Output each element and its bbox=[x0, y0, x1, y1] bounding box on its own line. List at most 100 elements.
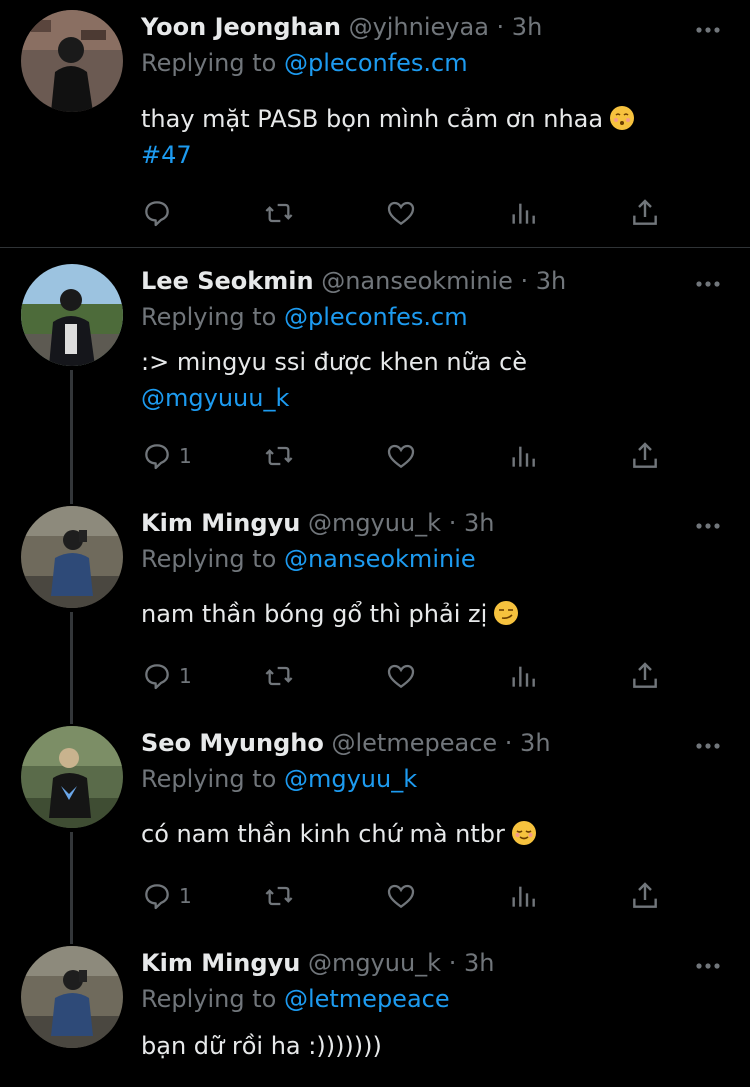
share-icon bbox=[633, 662, 657, 688]
mention-link[interactable]: @mgyuuu_k bbox=[141, 384, 289, 412]
avatar[interactable] bbox=[21, 264, 123, 366]
reply-mention[interactable]: @letmepeace bbox=[284, 985, 450, 1013]
tweet-text: bạn dữ rồi ha :))))))) bbox=[141, 1028, 382, 1064]
avatar[interactable] bbox=[21, 506, 123, 608]
tweet[interactable]: Kim Mingyu @mgyuu_k · 3h Replying to @le… bbox=[0, 930, 750, 1087]
tweet-text-line: thay mặt PASB bọn mình cảm ơn nhaa bbox=[141, 105, 604, 133]
retweet-icon bbox=[265, 666, 293, 686]
like-button[interactable] bbox=[385, 195, 417, 231]
retweet-button[interactable] bbox=[263, 658, 295, 694]
share-button[interactable] bbox=[629, 438, 661, 474]
share-button[interactable] bbox=[629, 658, 661, 694]
display-name[interactable]: Kim Mingyu bbox=[141, 509, 300, 537]
reply-mention[interactable]: @pleconfes.cm bbox=[284, 303, 468, 331]
tweet-header: Kim Mingyu @mgyuu_k · 3h bbox=[141, 946, 494, 980]
like-icon bbox=[387, 664, 415, 689]
avatar[interactable] bbox=[21, 10, 123, 112]
tweet[interactable]: Kim Mingyu @mgyuu_k · 3h Replying to @na… bbox=[0, 490, 750, 710]
reply-button[interactable]: 1 bbox=[141, 438, 192, 474]
more-icon[interactable] bbox=[694, 272, 722, 296]
tweet-text: nam thần bóng gổ thì phải zị bbox=[141, 596, 519, 632]
user-handle[interactable]: @mgyuu_k bbox=[308, 509, 441, 537]
timestamp[interactable]: · 3h bbox=[505, 729, 551, 757]
like-button[interactable] bbox=[385, 658, 417, 694]
tweet-text-line: nam thần bóng gổ thì phải zị bbox=[141, 600, 488, 628]
more-icon[interactable] bbox=[694, 734, 722, 758]
display-name[interactable]: Kim Mingyu bbox=[141, 949, 300, 977]
tweet-header: Lee Seokmin @nanseokminie · 3h bbox=[141, 264, 566, 298]
kissing-face-emoji-icon bbox=[610, 106, 635, 130]
reply-button[interactable] bbox=[141, 195, 173, 231]
analytics-button[interactable] bbox=[507, 658, 539, 694]
reply-button[interactable]: 1 bbox=[141, 658, 192, 694]
tweet-text: :> mingyu ssi được khen nữa cè @mgyuuu_k bbox=[141, 344, 527, 416]
reply-mention[interactable]: @pleconfes.cm bbox=[284, 49, 468, 77]
replying-to: Replying to @letmepeace bbox=[141, 982, 450, 1016]
replying-to: Replying to @nanseokminie bbox=[141, 542, 476, 576]
user-handle[interactable]: @letmepeace bbox=[332, 729, 498, 757]
more-icon[interactable] bbox=[694, 18, 722, 42]
user-handle[interactable]: @mgyuu_k bbox=[308, 949, 441, 977]
like-icon bbox=[387, 444, 415, 469]
like-icon bbox=[387, 201, 415, 226]
replying-label: Replying to bbox=[141, 49, 277, 77]
display-name[interactable]: Seo Myungho bbox=[141, 729, 324, 757]
share-icon bbox=[633, 882, 657, 908]
more-icon[interactable] bbox=[694, 514, 722, 538]
timestamp[interactable]: · 3h bbox=[521, 267, 567, 295]
reply-mention[interactable]: @mgyuu_k bbox=[284, 765, 417, 793]
retweet-button[interactable] bbox=[263, 195, 295, 231]
replying-to: Replying to @pleconfes.cm bbox=[141, 300, 468, 334]
display-name[interactable]: Yoon Jeonghan bbox=[141, 13, 341, 41]
like-icon bbox=[387, 884, 415, 909]
action-bar: 1 bbox=[141, 878, 681, 914]
reply-count: 1 bbox=[179, 884, 192, 908]
tweet-text-line: bạn dữ rồi ha :))))))) bbox=[141, 1032, 382, 1060]
user-handle[interactable]: @yjhnieyaa bbox=[349, 13, 489, 41]
tweet[interactable]: Seo Myungho @letmepeace · 3h Replying to… bbox=[0, 710, 750, 930]
analytics-icon bbox=[512, 886, 535, 907]
reply-mention[interactable]: @nanseokminie bbox=[284, 545, 476, 573]
analytics-button[interactable] bbox=[507, 878, 539, 914]
replying-label: Replying to bbox=[141, 765, 277, 793]
share-icon bbox=[633, 442, 657, 468]
tweet-text-line: :> mingyu ssi được khen nữa cè bbox=[141, 348, 528, 376]
tweet-text: thay mặt PASB bọn mình cảm ơn nhaa #47 bbox=[141, 101, 635, 173]
reply-icon bbox=[145, 201, 169, 227]
timestamp[interactable]: · 3h bbox=[497, 13, 543, 41]
more-icon[interactable] bbox=[694, 954, 722, 978]
reply-icon bbox=[145, 664, 169, 690]
reply-button[interactable]: 1 bbox=[141, 878, 192, 914]
action-bar: 1 bbox=[141, 438, 681, 474]
analytics-button[interactable] bbox=[507, 195, 539, 231]
action-bar: 1 bbox=[141, 658, 681, 694]
retweet-icon bbox=[265, 886, 293, 906]
reply-icon bbox=[145, 444, 169, 470]
like-button[interactable] bbox=[385, 438, 417, 474]
replying-label: Replying to bbox=[141, 303, 277, 331]
analytics-icon bbox=[512, 446, 535, 467]
retweet-button[interactable] bbox=[263, 878, 295, 914]
retweet-icon bbox=[265, 446, 293, 466]
user-handle[interactable]: @nanseokminie bbox=[321, 267, 513, 295]
retweet-button[interactable] bbox=[263, 438, 295, 474]
replying-to: Replying to @pleconfes.cm bbox=[141, 46, 468, 80]
share-button[interactable] bbox=[629, 878, 661, 914]
reply-icon bbox=[145, 884, 169, 910]
timestamp[interactable]: · 3h bbox=[449, 949, 495, 977]
tweet-header: Seo Myungho @letmepeace · 3h bbox=[141, 726, 551, 760]
avatar[interactable] bbox=[21, 726, 123, 828]
smirking-face-emoji-icon bbox=[494, 601, 519, 625]
avatar[interactable] bbox=[21, 946, 123, 1048]
display-name[interactable]: Lee Seokmin bbox=[141, 267, 314, 295]
tweet[interactable]: Lee Seokmin @nanseokminie · 3h Replying … bbox=[0, 248, 750, 488]
share-button[interactable] bbox=[629, 195, 661, 231]
hashtag-link[interactable]: #47 bbox=[141, 141, 192, 169]
analytics-button[interactable] bbox=[507, 438, 539, 474]
like-button[interactable] bbox=[385, 878, 417, 914]
tweet-text: có nam thần kinh chứ mà ntbr bbox=[141, 816, 537, 852]
action-bar bbox=[141, 195, 681, 231]
tweet-text-line: có nam thần kinh chứ mà ntbr bbox=[141, 820, 505, 848]
tweet[interactable]: Yoon Jeonghan @yjhnieyaa · 3h Replying t… bbox=[0, 0, 750, 247]
timestamp[interactable]: · 3h bbox=[449, 509, 495, 537]
